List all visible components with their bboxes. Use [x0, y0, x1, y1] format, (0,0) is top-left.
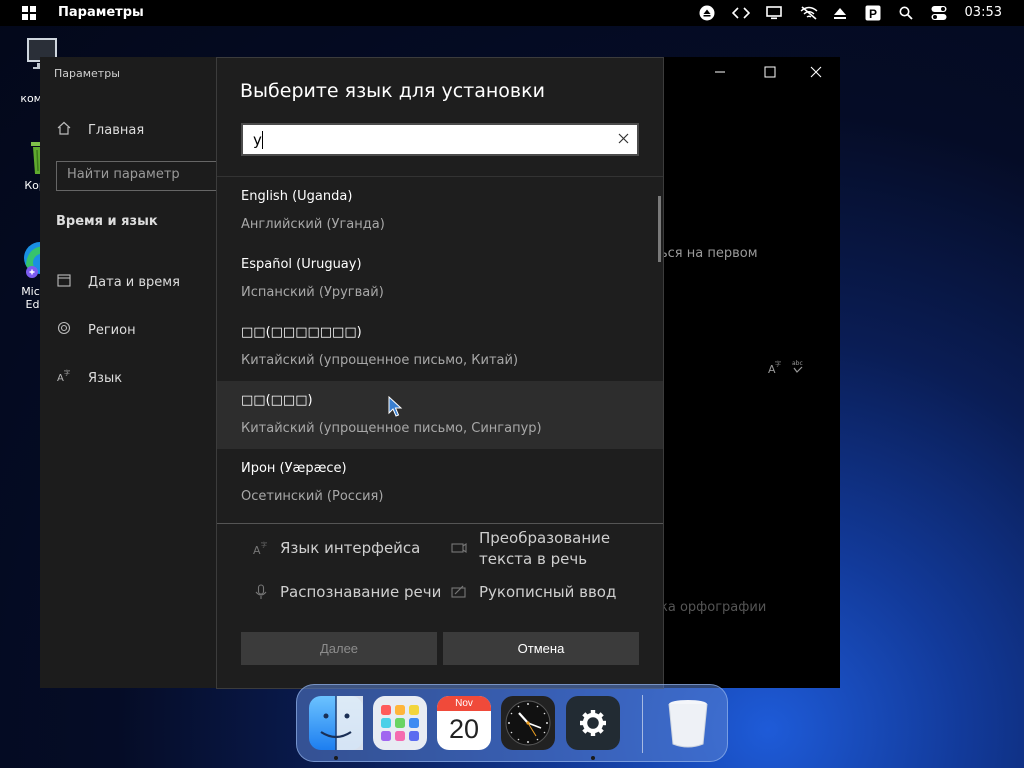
- sidebar-item-label: Главная: [88, 122, 145, 138]
- sidebar-item-label: Дата и время: [88, 274, 180, 290]
- feature-label-line: Преобразование: [479, 529, 611, 547]
- choose-language-dialog: Выберите язык для установки у English (U…: [216, 57, 664, 689]
- sidebar-section-title: Время и язык: [56, 214, 158, 229]
- feature-label-line: текста в речь: [479, 550, 588, 568]
- language-name: □□(□□□): [241, 393, 313, 408]
- settings-sidebar: Параметры Главная Найти параметр Время и…: [40, 57, 218, 688]
- parking-icon[interactable]: P: [864, 4, 882, 22]
- top-bar: Параметры P 03:53: [0, 0, 1024, 26]
- close-window-button[interactable]: [801, 63, 831, 83]
- language-list-item[interactable]: Ирон (Уæрæсе) Осетинский (Россия): [217, 449, 663, 517]
- network-off-icon[interactable]: [798, 4, 820, 22]
- feature-ui-language: Язык интерфейса: [280, 539, 421, 557]
- language-list-item[interactable]: English (Uganda) Английский (Уганда): [217, 177, 663, 245]
- calendar-icon[interactable]: Nov 20: [437, 696, 491, 750]
- language-name: English (Uganda): [241, 189, 353, 204]
- svg-text:字: 字: [261, 541, 267, 549]
- language-name: Español (Uruguay): [241, 257, 362, 272]
- globe-icon: [56, 321, 72, 339]
- trash-icon[interactable]: [661, 696, 715, 750]
- language-options-icons: A 字 abc: [768, 359, 808, 380]
- sidebar-item-language[interactable]: A字 Язык: [56, 369, 122, 387]
- minimize-button[interactable]: [705, 63, 735, 83]
- language-description: Испанский (Уругвай): [241, 285, 384, 300]
- svg-text:字: 字: [64, 369, 70, 377]
- dock: Nov 20: [296, 684, 728, 762]
- language-list-item[interactable]: □□(□□□□□□□) Китайский (упрощенное письмо…: [217, 313, 663, 381]
- dock-divider: [642, 695, 643, 753]
- microphone-icon: [254, 584, 268, 603]
- svg-text:字: 字: [775, 360, 781, 368]
- language-list[interactable]: English (Uganda) Английский (Уганда) Esp…: [217, 177, 663, 523]
- sidebar-item-label: Язык: [88, 370, 123, 386]
- svg-text:abc: abc: [792, 360, 803, 367]
- sidebar-item-region[interactable]: Регион: [56, 321, 136, 339]
- launchpad-icon[interactable]: [373, 696, 427, 750]
- settings-window-title: Параметры: [54, 67, 120, 80]
- clock: 03:53: [964, 5, 1002, 20]
- toggle-icon[interactable]: [929, 4, 949, 22]
- language-icon: A字: [56, 369, 72, 387]
- calendar-day: 20: [448, 714, 480, 744]
- language-name: □□(□□□□□□□): [241, 325, 362, 340]
- sidebar-item-home[interactable]: Главная: [56, 121, 144, 139]
- language-search-input[interactable]: у: [241, 123, 639, 156]
- clock-icon[interactable]: [501, 696, 555, 750]
- calendar-month: Nov: [437, 696, 491, 711]
- language-list-item-selected[interactable]: □□(□□□) Китайский (упрощенное письмо, Си…: [217, 381, 663, 449]
- svg-text:A: A: [253, 544, 261, 556]
- clear-search-icon[interactable]: [618, 130, 629, 148]
- settings-gear-icon[interactable]: [566, 696, 620, 750]
- display-icon[interactable]: [764, 4, 784, 22]
- list-scrollbar[interactable]: [658, 196, 661, 262]
- language-search-value: у: [253, 131, 262, 149]
- settings-background-text: ка орфографии: [660, 600, 767, 615]
- calendar-clock-icon: [56, 273, 72, 291]
- display-language-icon: A字: [253, 540, 269, 559]
- feature-speech-recognition: Распознавание речи: [280, 583, 442, 601]
- sidebar-item-label: Регион: [88, 322, 136, 338]
- handwriting-icon: [451, 584, 467, 603]
- language-description: Осетинский (Россия): [241, 489, 384, 504]
- cancel-button[interactable]: Отмена: [443, 632, 639, 665]
- list-divider: [217, 523, 663, 524]
- next-button[interactable]: Далее: [241, 632, 437, 665]
- svg-text:P: P: [869, 7, 877, 21]
- windows-start-icon[interactable]: [22, 6, 36, 20]
- feature-handwriting: Рукописный ввод: [479, 583, 617, 601]
- settings-background-text: ься на первом: [660, 246, 758, 261]
- language-list-item[interactable]: Español (Uruguay) Испанский (Уругвай): [217, 245, 663, 313]
- dialog-title: Выберите язык для установки: [240, 80, 545, 102]
- text-to-speech-icon: [451, 540, 467, 559]
- active-app-title: Параметры: [58, 5, 144, 20]
- sidebar-item-date-time[interactable]: Дата и время: [56, 273, 180, 291]
- search-icon[interactable]: [897, 4, 915, 22]
- finder-icon[interactable]: [309, 696, 363, 750]
- svg-text:A: A: [57, 373, 64, 383]
- running-indicator: [334, 756, 338, 760]
- language-description: Английский (Уганда): [241, 217, 385, 232]
- running-indicator: [591, 756, 595, 760]
- settings-search-input[interactable]: Найти параметр: [56, 161, 218, 191]
- maximize-button[interactable]: [755, 63, 785, 83]
- language-description: Китайский (упрощенное письмо, Китай): [241, 353, 519, 368]
- language-description: Китайский (упрощенное письмо, Сингапур): [241, 421, 542, 436]
- upload-icon[interactable]: [831, 4, 849, 22]
- home-icon: [56, 121, 72, 139]
- language-name: Ирон (Уæрæсе): [241, 461, 347, 476]
- eject-icon[interactable]: [698, 4, 716, 22]
- text-caret: [262, 131, 263, 149]
- code-icon[interactable]: [730, 4, 752, 22]
- feature-text-to-speech: Преобразование текста в речь: [479, 528, 610, 570]
